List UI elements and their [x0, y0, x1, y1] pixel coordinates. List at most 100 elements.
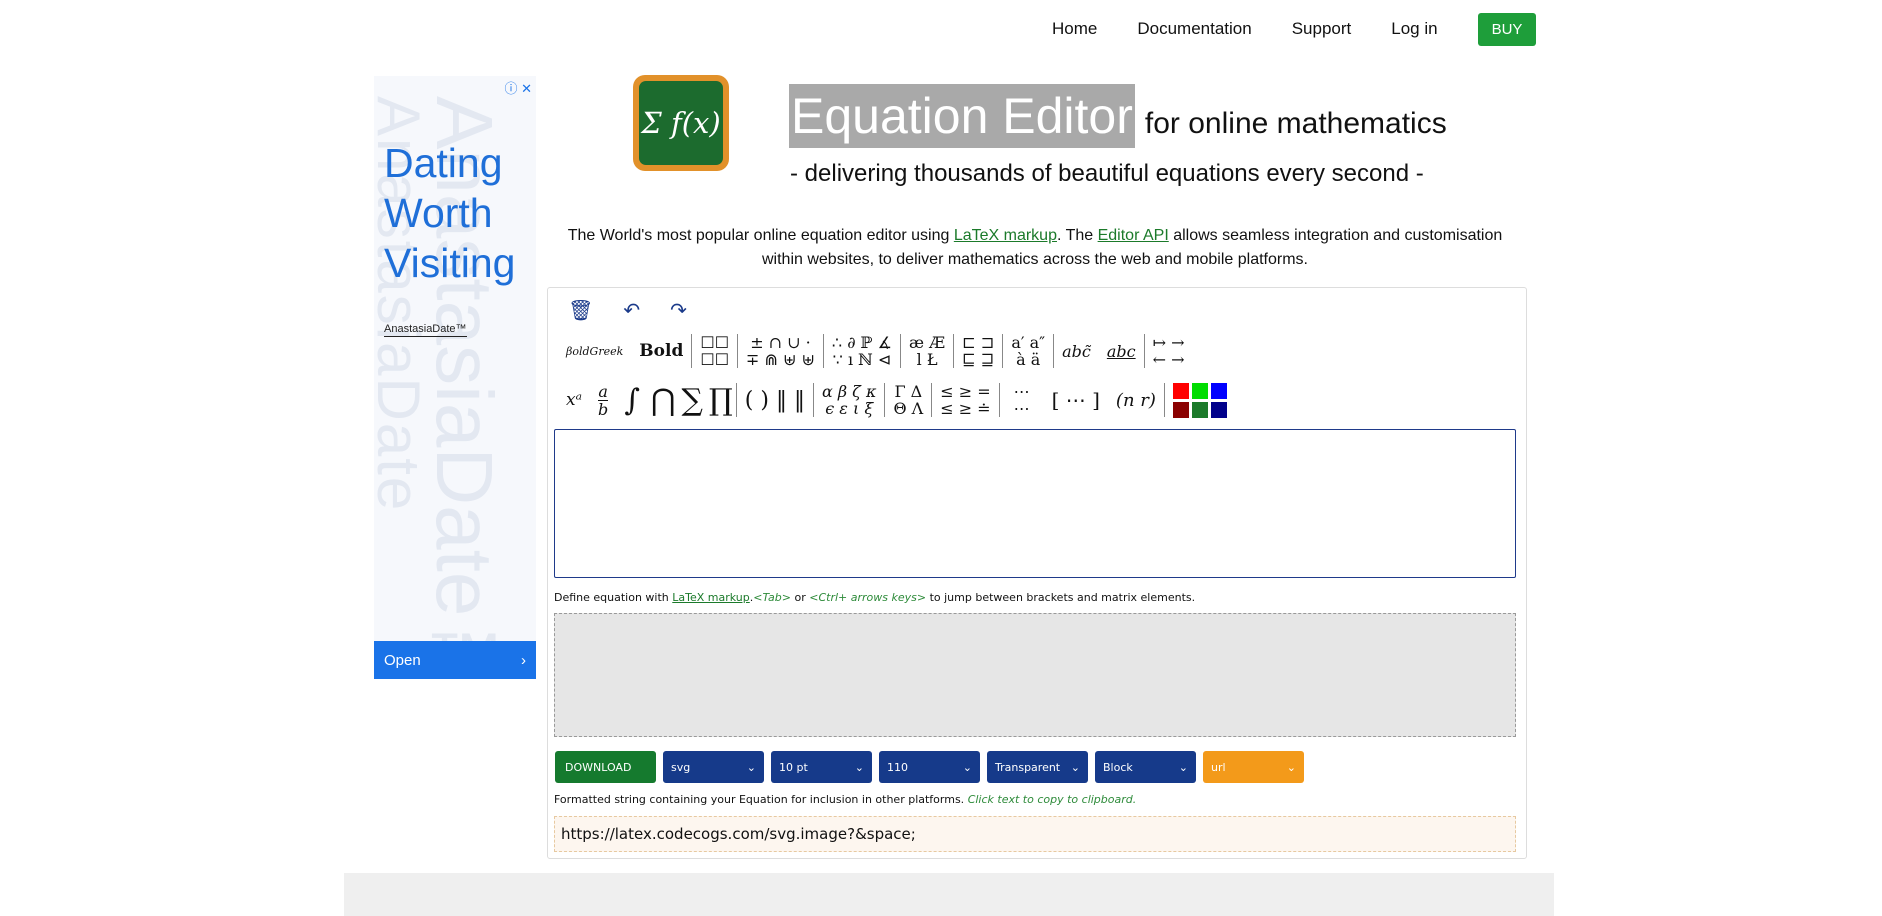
capgreek-top: Γ Δ: [894, 382, 923, 401]
ad-open-button[interactable]: Open ›: [374, 641, 536, 679]
greek-bottom: ϵ ε ι ξ: [825, 399, 874, 418]
ops-top: ± ∩ ∪ ·: [750, 333, 811, 352]
editor-api-link[interactable]: Editor API: [1098, 227, 1169, 244]
intro-part1: The World's most popular online equation…: [567, 227, 954, 244]
buy-button[interactable]: BUY: [1477, 12, 1537, 46]
ad-headline[interactable]: Dating Worth Visiting: [384, 138, 536, 288]
intro-part2: . The: [1056, 227, 1098, 244]
greek-button[interactable]: α β ζ κϵ ε ι ξ: [814, 383, 884, 417]
advertisement[interactable]: AnastasiaDate AnastasiaDate™ ⓘ ✕ Dating …: [374, 76, 536, 679]
capital-greek-button[interactable]: Γ ΔΘ Λ: [885, 383, 931, 417]
ae-top: æ Æ: [909, 333, 946, 352]
chevron-down-icon: ⌄: [854, 760, 864, 774]
accents-top: a′ a″: [1011, 333, 1046, 352]
ad-open-label: Open: [384, 651, 421, 669]
equation-preview: [554, 613, 1516, 737]
arrows-bottom: ← →: [1152, 350, 1185, 369]
nav-home[interactable]: Home: [1052, 19, 1097, 39]
accents-button[interactable]: a′ a″ à ä: [1003, 334, 1053, 368]
hint-or: or: [791, 591, 810, 604]
color-swatches: [1172, 382, 1227, 418]
superscript-button[interactable]: xᵃ: [558, 390, 590, 410]
output-type-select[interactable]: url ⌄: [1203, 751, 1304, 783]
ligatures-button[interactable]: æ Æl Ł: [901, 334, 953, 368]
matrix-button[interactable]: [ ⋯ ]: [1044, 388, 1108, 412]
dpi-select[interactable]: 110 ⌄: [879, 751, 980, 783]
relations-button[interactable]: ≤ ≥ = ≤ ≥ ≐: [932, 383, 998, 417]
operators-button[interactable]: ± ∩ ∪ · ∓ ⋒ ⊎ ⊎: [738, 334, 823, 368]
sum-button[interactable]: ∑: [678, 383, 705, 418]
arrows-top: ↦ →: [1152, 333, 1185, 352]
accents-bottom: à ä: [1016, 350, 1041, 369]
fraction-button[interactable]: ab: [590, 383, 616, 418]
size-value: 10 pt: [779, 760, 808, 774]
format-value: svg: [671, 760, 691, 774]
rel-bottom: ≤ ≥ ≐: [940, 399, 991, 418]
title-main: Equation Editor: [789, 84, 1135, 148]
logo: Σ f(x): [633, 75, 729, 171]
color-swatch[interactable]: [1172, 401, 1189, 418]
trash-icon[interactable]: 🗑: [568, 298, 593, 323]
fmt-text: Formatted string containing your Equatio…: [554, 793, 968, 806]
top-nav: Home Documentation Support Log in BUY: [1052, 12, 1882, 46]
nav-support[interactable]: Support: [1292, 19, 1352, 39]
chevron-right-icon: ›: [521, 651, 526, 669]
toolbar-row-1: βoldGreek Bold ☐☐ ☐☐ ± ∩ ∪ · ∓ ⋒ ⊎ ⊎ ∴ ∂ ℙ…: [558, 332, 1193, 370]
output-string[interactable]: https://latex.codecogs.com/svg.image?&sp…: [554, 816, 1516, 852]
hint-part3: to jump between brackets and matrix elem…: [926, 591, 1196, 604]
product-button[interactable]: ∏: [706, 383, 736, 418]
arrows-button[interactable]: ↦ → ← →: [1145, 334, 1193, 368]
output-controls: DOWNLOAD svg ⌄ 10 pt ⌄ 110 ⌄ Transparent ⌄ B…: [555, 751, 1304, 783]
fmt-hint: Click text to copy to clipboard.: [967, 793, 1137, 806]
color-swatch[interactable]: [1210, 401, 1227, 418]
color-swatch[interactable]: [1191, 382, 1208, 399]
logic-button[interactable]: ∴ ∂ ℙ ∡ ∵ ı ℕ ⊲: [824, 334, 900, 368]
format-description: Formatted string containing your Equatio…: [554, 793, 1136, 806]
page-title: Equation Editor for online mathematics: [789, 84, 1447, 148]
color-swatch[interactable]: [1172, 382, 1189, 399]
boxes-top: ☐☐: [700, 333, 730, 352]
subsets-button[interactable]: ⊏ ⊐ ⊑ ⊒: [954, 334, 1002, 368]
color-swatch[interactable]: [1191, 401, 1208, 418]
nav-documentation[interactable]: Documentation: [1137, 19, 1251, 39]
capgreek-bottom: Θ Λ: [893, 399, 924, 418]
binomial-button[interactable]: (n r): [1108, 390, 1164, 411]
background-select[interactable]: Transparent ⌄: [987, 751, 1088, 783]
undo-icon[interactable]: ↶: [623, 298, 640, 323]
equation-input[interactable]: [554, 429, 1516, 578]
widetilde-button[interactable]: abc̃: [1054, 342, 1099, 361]
brackets-button[interactable]: ( ) ‖ ‖: [737, 388, 813, 413]
redo-icon[interactable]: ↷: [670, 298, 687, 323]
color-swatch[interactable]: [1210, 382, 1227, 399]
dots-bottom: ⋯: [1013, 399, 1030, 418]
nav-login[interactable]: Log in: [1391, 19, 1437, 39]
display-select[interactable]: Block ⌄: [1095, 751, 1196, 783]
ad-close-icon[interactable]: ⓘ ✕: [504, 78, 532, 97]
bold-greek-button[interactable]: βoldGreek: [558, 345, 631, 358]
format-select[interactable]: svg ⌄: [663, 751, 764, 783]
rel-top: ≤ ≥ =: [940, 382, 991, 401]
ad-brand[interactable]: AnastasiaDate™: [384, 323, 467, 337]
intro-text: The World's most popular online equation…: [560, 224, 1510, 272]
integral-button[interactable]: ∫: [616, 383, 648, 418]
output-type-value: url: [1211, 760, 1226, 774]
chevron-down-icon: ⌄: [962, 760, 972, 774]
boxes-button[interactable]: ☐☐ ☐☐: [692, 334, 737, 368]
bold-button[interactable]: Bold: [631, 341, 691, 361]
frac-bottom: b: [597, 399, 609, 419]
dots-button[interactable]: ⋯ ⋯: [1000, 383, 1044, 417]
hint-part1: Define equation with: [554, 591, 673, 604]
editor-panel: 🗑 ↶ ↷ βoldGreek Bold ☐☐ ☐☐ ± ∩ ∪ · ∓ ⋒ ⊎ ⊎…: [547, 287, 1527, 859]
latex-markup-link[interactable]: LaTeX markup: [954, 227, 1057, 244]
logic-bottom: ∵ ı ℕ ⊲: [832, 350, 892, 369]
download-button[interactable]: DOWNLOAD: [555, 751, 656, 783]
sets-top: ⊏ ⊐: [962, 333, 995, 352]
title-sub: for online mathematics: [1144, 107, 1447, 140]
ae-bottom: l Ł: [916, 350, 938, 369]
sets-bottom: ⊑ ⊒: [962, 350, 995, 369]
hint-latex-link[interactable]: LaTeX markup: [672, 591, 749, 604]
font-size-select[interactable]: 10 pt ⌄: [771, 751, 872, 783]
chevron-down-icon: ⌄: [746, 760, 756, 774]
underline-button[interactable]: abc: [1099, 342, 1144, 361]
bigcap-button[interactable]: ⋂: [648, 383, 679, 418]
